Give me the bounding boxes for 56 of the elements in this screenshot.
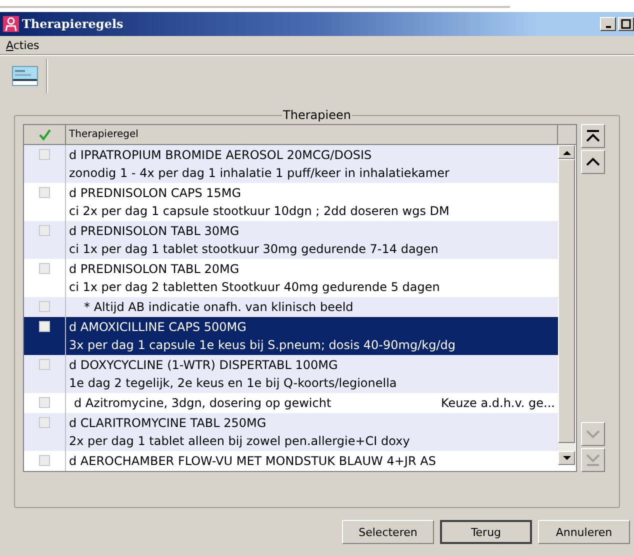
- therapy-text: d AEROCHAMBER FLOW-VU MET MONDSTUK BLAUW 4+JR AS: [69, 453, 437, 470]
- checkbox[interactable]: [39, 263, 50, 274]
- chevron-up-icon: [586, 157, 600, 167]
- minimize-button[interactable]: [600, 17, 616, 31]
- therapy-text: ci 2x per dag 1 capsule stootkuur 10dgn ; 2dd doseren wgs DM: [69, 203, 450, 220]
- move-down-button[interactable]: [581, 422, 605, 446]
- card-icon[interactable]: [12, 66, 38, 86]
- therapy-text: 2x per dag 1 tablet alleen bij zowel pen.allergie+CI doxy: [69, 433, 411, 450]
- scroll-down-button[interactable]: [558, 451, 575, 465]
- group-title: Therapieen: [282, 108, 352, 122]
- checkbox[interactable]: [39, 321, 50, 332]
- checkbox[interactable]: [39, 301, 50, 312]
- therapy-text: d IPRATROPIUM BROMIDE AEROSOL 20MCG/DOSIS: [69, 147, 373, 164]
- therapy-text: d DOXYCYCLINE (1-WTR) DISPERTABL 100MG: [69, 357, 339, 374]
- therapy-text: zonodig 1 - 4x per dag 1 inhalatie 1 puff/keer in inhalatiekamer: [69, 165, 450, 182]
- therapy-text: Keuze a.d.h.v. ge...: [440, 395, 555, 412]
- down-arrow-icon: [562, 456, 570, 460]
- therapy-text: d PREDNISOLON CAPS 15MG: [69, 185, 242, 202]
- therapy-text: * Altijd AB indicatie onafh. van klinisch beeld: [84, 299, 354, 316]
- checkbox[interactable]: [39, 359, 50, 370]
- app-person-icon: [3, 16, 19, 32]
- checkbox[interactable]: [39, 417, 50, 428]
- maximize-icon: [621, 19, 631, 29]
- checkbox[interactable]: [39, 397, 50, 408]
- therapy-text: 3x per dag 1 capsule 1e keus bij S.pneum; dosis 40-90mg/kg/dg: [69, 337, 456, 354]
- up-arrow-icon: [562, 150, 570, 154]
- dialog-button[interactable]: Selecteren: [342, 520, 434, 544]
- therapy-text: ci 1x per dag 1 tablet stootkuur 30mg gedurende 7-14 dagen: [69, 241, 440, 258]
- chevron-down-icon: [586, 429, 600, 439]
- move-bottom-icon: [586, 454, 600, 466]
- therapy-text: d AMOXICILLINE CAPS 500MG: [69, 319, 248, 336]
- move-to-bottom-button[interactable]: [581, 448, 605, 472]
- checkbox[interactable]: [39, 455, 50, 466]
- scroll-thumb[interactable]: [558, 159, 575, 443]
- scroll-up-button[interactable]: [558, 145, 575, 159]
- checkmark-icon: [38, 128, 50, 140]
- therapy-text: d CLARITROMYCINE TABL 250MG: [69, 415, 268, 432]
- checkbox[interactable]: [39, 225, 50, 236]
- checkbox[interactable]: [39, 187, 50, 198]
- therapy-text: d Azitromycine, 3dgn, dosering op gewicht: [74, 395, 332, 412]
- maximize-button[interactable]: [618, 17, 634, 31]
- selected-row[interactable]: d AMOXICILLINE CAPS 500MG 3x per dag 1 capsule 1e keus bij S.pneum; dosis 40-90mg/kg/dg: [24, 317, 558, 355]
- dialog-button[interactable]: Annuleren: [538, 520, 630, 544]
- therapy-text: d PREDNISOLON TABL 20MG: [69, 261, 240, 278]
- therapy-text: ci 1x per dag 2 tabletten Stootkuur 40mg gedurende 5 dagen: [69, 279, 441, 296]
- therapy-text: 1e dag 2 tegelijk, 2e keus en 1e bij Q-koorts/legionella: [69, 375, 398, 392]
- window-title: Therapieregels: [22, 17, 124, 31]
- move-up-button[interactable]: [581, 150, 605, 174]
- minimize-icon: [606, 26, 610, 28]
- menu-item[interactable]: Acties: [6, 38, 40, 52]
- dialog-button[interactable]: Terug: [440, 520, 532, 544]
- table-row[interactable]: * Altijd AB indicatie onafh. van klinisch beeld: [24, 297, 558, 317]
- therapy-text: d PREDNISOLON TABL 30MG: [69, 223, 240, 240]
- checkbox[interactable]: [39, 149, 50, 160]
- move-to-top-button[interactable]: [581, 124, 605, 148]
- move-top-icon: [586, 130, 600, 142]
